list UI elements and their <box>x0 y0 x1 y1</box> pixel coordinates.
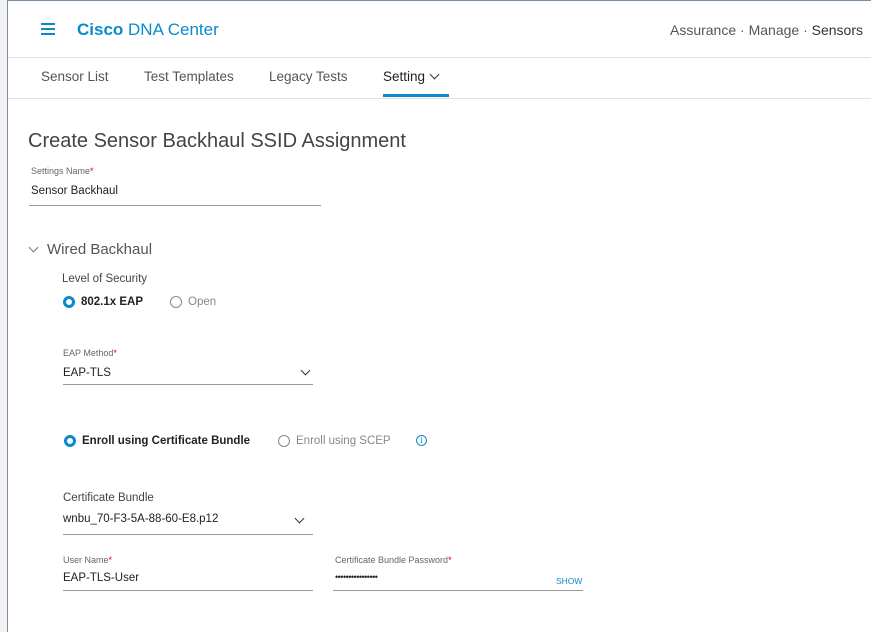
radio-enroll-cert-bundle[interactable]: Enroll using Certificate Bundle <box>64 435 250 447</box>
radio-enroll-scep-label: Enroll using SCEP <box>296 435 391 447</box>
settings-name-label-text: Settings Name <box>31 166 91 176</box>
password-underline <box>333 590 583 591</box>
password-field[interactable]: •••••••••••••••• <box>335 572 378 582</box>
brand-bold: Cisco <box>77 20 124 39</box>
breadcrumb-assurance[interactable]: Assurance <box>670 22 736 38</box>
tab-legacy-tests[interactable]: Legacy Tests <box>269 69 348 84</box>
tab-setting[interactable]: Setting <box>383 69 440 84</box>
password-label: Certificate Bundle Password* <box>335 555 452 565</box>
breadcrumb-separator: · <box>803 22 808 38</box>
tab-sensor-list[interactable]: Sensor List <box>41 69 109 84</box>
cert-bundle-label: Certificate Bundle <box>63 492 154 504</box>
required-mark: * <box>113 348 117 358</box>
security-level-label: Level of Security <box>62 273 148 285</box>
app-header: Cisco DNA Center Assurance · Manage · Se… <box>8 1 871 58</box>
breadcrumb-separator: · <box>740 22 745 38</box>
user-name-label-text: User Name <box>63 555 109 565</box>
password-label-text: Certificate Bundle Password <box>335 555 449 565</box>
radio-selected-icon <box>63 296 75 308</box>
show-password-button[interactable]: SHOW <box>556 576 582 586</box>
required-mark: * <box>90 166 94 176</box>
eap-method-underline <box>63 384 313 385</box>
breadcrumb-sensors: Sensors <box>811 22 863 38</box>
cert-bundle-underline <box>63 534 313 535</box>
settings-name-label: Settings Name* <box>31 166 94 176</box>
settings-name-field[interactable]: Sensor Backhaul <box>31 185 118 197</box>
radio-enroll-scep[interactable]: Enroll using SCEP <box>278 435 391 447</box>
app-brand[interactable]: Cisco DNA Center <box>77 20 219 40</box>
user-name-underline <box>63 590 313 591</box>
window-left-edge <box>0 0 8 632</box>
chevron-down-icon <box>429 69 440 80</box>
eap-method-label-text: EAP Method <box>63 348 114 358</box>
eap-method-label: EAP Method* <box>63 348 117 358</box>
eap-method-select[interactable]: EAP-TLS <box>63 367 111 379</box>
chevron-down-icon[interactable] <box>294 513 305 524</box>
radio-open-label: Open <box>188 296 217 308</box>
chevron-down-icon[interactable] <box>300 365 311 376</box>
settings-name-underline <box>29 205 321 206</box>
required-mark: * <box>448 555 452 565</box>
info-icon[interactable]: i <box>416 435 427 446</box>
active-tab-indicator <box>383 94 449 97</box>
tab-setting-label: Setting <box>383 69 426 84</box>
radio-802-1x-eap[interactable]: 802.1x EAP <box>63 296 143 308</box>
radio-unselected-icon <box>278 435 290 447</box>
brand-rest: DNA Center <box>128 20 219 39</box>
radio-unselected-icon <box>170 296 182 308</box>
user-name-field[interactable]: EAP-TLS-User <box>63 572 139 584</box>
user-name-label: User Name* <box>63 555 112 565</box>
breadcrumb: Assurance · Manage · Sensors <box>670 22 863 38</box>
page-title: Create Sensor Backhaul SSID Assignment <box>28 130 406 152</box>
tab-test-templates[interactable]: Test Templates <box>144 69 234 84</box>
hamburger-menu-icon[interactable] <box>41 23 55 35</box>
radio-selected-icon <box>64 435 76 447</box>
wired-backhaul-section-toggle[interactable]: Wired Backhaul <box>28 241 153 258</box>
cert-bundle-select[interactable]: wnbu_70-F3-5A-88-60-E8.p12 <box>63 513 218 525</box>
wired-backhaul-heading: Wired Backhaul <box>47 241 153 258</box>
chevron-down-icon <box>28 242 39 253</box>
required-mark: * <box>108 555 113 565</box>
radio-open[interactable]: Open <box>170 296 216 308</box>
tab-bar: Sensor List Test Templates Legacy Tests … <box>8 58 871 99</box>
breadcrumb-manage[interactable]: Manage <box>749 22 800 38</box>
radio-enroll-cert-bundle-label: Enroll using Certificate Bundle <box>82 435 251 447</box>
radio-802-1x-eap-label: 802.1x EAP <box>81 296 144 308</box>
